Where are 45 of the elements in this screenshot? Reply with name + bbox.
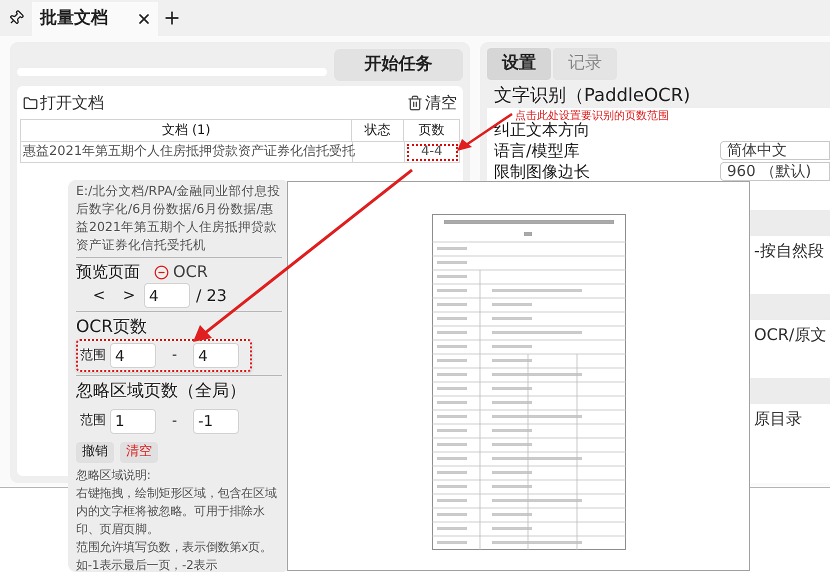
select-field[interactable]: 简体中文: [720, 141, 830, 160]
ocr-pages-title: OCR页数: [76, 316, 148, 339]
preview-page-label: 预览页面: [76, 261, 140, 283]
range-separator: -: [171, 412, 178, 430]
setting-option: OCR/原文: [750, 320, 830, 350]
start-task-button[interactable]: 开始任务: [334, 49, 463, 81]
close-icon[interactable]: [136, 11, 152, 27]
input-field[interactable]: -1: [193, 408, 240, 434]
ignore-pages-title: 忽略区域页数（全局）: [76, 380, 247, 403]
setting-option: 原目录: [750, 404, 830, 434]
setting-label: 语言/模型库: [494, 142, 580, 160]
settings-tab[interactable]: 设置: [487, 48, 551, 80]
range-separator: -: [171, 346, 178, 365]
ignore-area-note: 范围允许填写负数，表示倒数第x页。如-1表示最后一页，-2表示: [76, 538, 273, 572]
column-header: 文档 (1): [21, 120, 352, 142]
table-cell: 惠益2021年第五期个人住房抵押贷款资产证券化信托受托: [21, 142, 353, 163]
ignore-area-note: 忽略区域说明:: [76, 466, 152, 484]
open-document-button[interactable]: 打开文档: [23, 91, 104, 115]
range-label: 范围: [80, 346, 106, 365]
setting-label: 限制图像边长: [494, 162, 590, 180]
previous-page-button[interactable]: <: [84, 284, 114, 307]
action-button[interactable]: 清空: [120, 442, 158, 462]
action-button[interactable]: 撤销: [76, 442, 114, 462]
annotation-text: 点击此处设置要识别的页数范围: [515, 108, 669, 122]
next-page-button[interactable]: >: [114, 284, 144, 307]
file-path: E:/北分文档/RPA/金融同业部付息投后数字化/6月份数据/6月份数据/惠益2021年第五期个人住房抵押贷款资产证券化信托受托机: [76, 182, 282, 254]
ocr-toggle-label: OCR: [173, 261, 208, 283]
input-field[interactable]: 4: [144, 283, 190, 308]
column-header: 页数: [404, 120, 460, 142]
range-label: 范围: [80, 412, 106, 430]
trash-icon: [407, 95, 423, 111]
input-field[interactable]: 1: [110, 408, 156, 434]
table-cell: 4-4: [404, 142, 460, 163]
page-total: / 23: [196, 284, 227, 306]
minus-circle-icon[interactable]: [154, 264, 169, 280]
input-field[interactable]: 4: [110, 343, 156, 368]
ignore-area-note: 右键拖拽，绘制矩形区域，包含在区域内的文字框将被忽略。可用于排除水印、页眉页脚。: [76, 484, 278, 538]
select-field[interactable]: 960 （默认): [720, 162, 830, 181]
document-tab[interactable]: 批量文档: [32, 2, 158, 36]
folder-icon: [23, 96, 38, 110]
section-title: 文字识别（PaddleOCR): [494, 84, 692, 108]
setting-option: -按自然段: [750, 236, 830, 266]
clear-button[interactable]: 清空: [407, 91, 457, 115]
input-field[interactable]: 4: [193, 343, 240, 368]
column-header: 状态: [352, 120, 404, 142]
